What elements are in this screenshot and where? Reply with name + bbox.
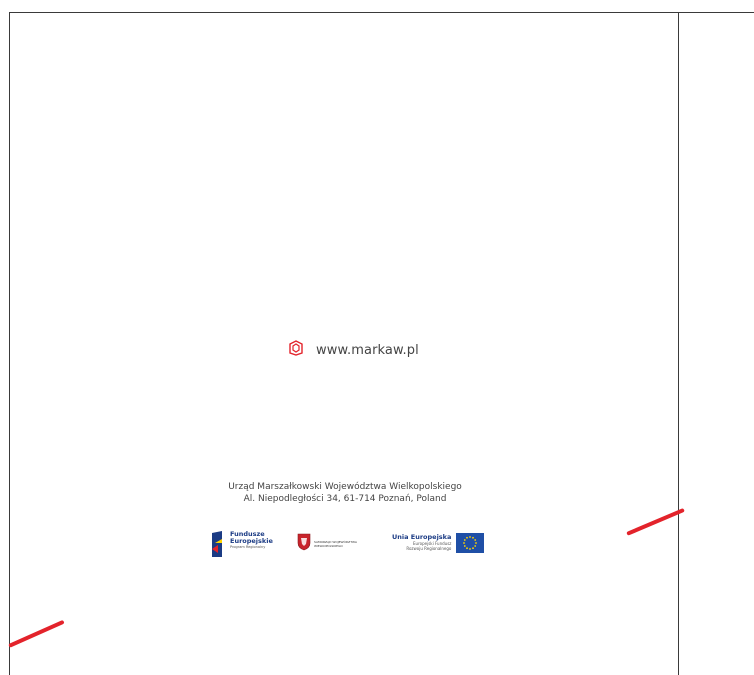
fundusze-europejskie-logo: Fundusze Europejskie Program Regionalny <box>212 531 273 561</box>
fundusze-flag-icon <box>212 531 226 561</box>
fundusze-line-2: Europejskie <box>230 537 273 545</box>
address-line-1: Urząd Marszałkowski Województwa Wielkopo… <box>228 482 462 492</box>
address-block: Urząd Marszałkowski Województwa Wielkopo… <box>200 481 490 505</box>
fundusze-line-3: Program Regionalny <box>230 545 266 549</box>
samorzad-line-2: WIELKOPOLSKIEGO <box>314 544 343 548</box>
spine-panel <box>679 12 754 675</box>
unia-europejska-logo: Unia Europejska Europejski Fundusz Rozwo… <box>392 533 485 553</box>
logo-strip: Fundusze Europejskie Program Regionalny … <box>0 531 754 561</box>
markaw-logo-icon <box>288 340 304 360</box>
unia-line-2: Rozwoju Regionalnego <box>406 546 452 551</box>
samorzad-logo: SAMORZĄD WOJEWÓDZTWA WIELKOPOLSKIEGO <box>297 533 357 555</box>
address-line-2: Al. Niepodległości 34, 61-714 Poznań, Po… <box>243 494 447 504</box>
eu-flag-icon <box>456 533 485 553</box>
unia-title: Unia Europejska <box>392 533 452 541</box>
coat-of-arms-icon <box>297 533 311 555</box>
website-url[interactable]: www.markaw.pl <box>316 343 419 358</box>
website-link[interactable]: www.markaw.pl <box>288 340 419 360</box>
